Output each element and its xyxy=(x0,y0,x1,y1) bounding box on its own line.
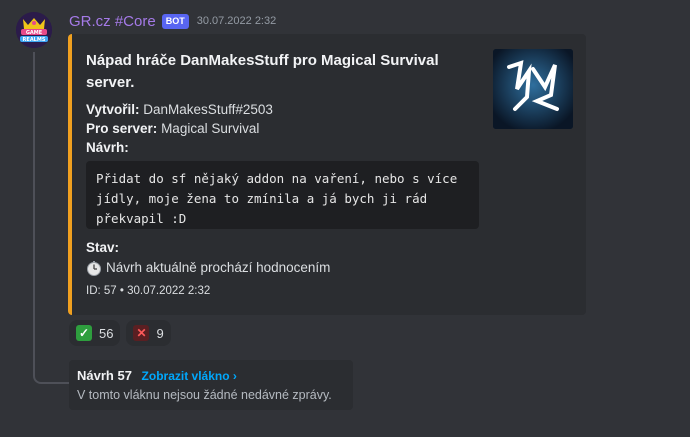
game-realms-logo-icon: GAME REALMS xyxy=(16,12,52,48)
proposal-codeblock: Přidat do sf nějaký addon na vaření, neb… xyxy=(86,161,479,229)
cross-mark-icon: ✕ xyxy=(133,325,150,341)
thread-card[interactable]: Návrh 57 Zobrazit vlákno › V tomto vlákn… xyxy=(69,360,353,410)
thread-title: Návrh 57 Zobrazit vlákno › xyxy=(77,368,237,383)
server-label: Pro server: xyxy=(86,121,158,136)
reaction-count: 56 xyxy=(99,325,114,341)
status-label: Stav: xyxy=(86,240,120,255)
field-proposal: Návrh: xyxy=(86,138,129,157)
thread-name: Návrh 57 xyxy=(77,368,132,383)
dms-logo-icon xyxy=(493,49,573,129)
svg-text:GAME: GAME xyxy=(26,30,43,36)
proposal-label: Návrh: xyxy=(86,140,129,155)
message-header: GR.cz #Core BOT 30.07.2022 2:32 xyxy=(69,10,276,32)
thread-subtitle: V tomto vláknu nejsou žádné nedávné zprá… xyxy=(77,388,332,402)
stopwatch-icon xyxy=(86,260,102,276)
field-server: Pro server: Magical Survival xyxy=(86,119,259,138)
status-row: Návrh aktuálně prochází hodnocením xyxy=(86,258,330,277)
embed-footer: ID: 57 • 30.07.2022 2:32 xyxy=(86,285,211,297)
check-mark-icon: ✓ xyxy=(76,325,92,341)
bot-badge: BOT xyxy=(161,13,189,29)
created-by-label: Vytvořil: xyxy=(86,102,140,117)
message-timestamp[interactable]: 30.07.2022 2:32 xyxy=(197,15,277,27)
reaction-check[interactable]: ✓ 56 xyxy=(69,320,121,346)
embed-title: Nápad hráče DanMakesStuff pro Magical Su… xyxy=(86,52,439,91)
reaction-count: 9 xyxy=(156,325,164,341)
author-name[interactable]: GR.cz #Core xyxy=(69,13,156,30)
created-by-value: DanMakesStuff#2503 xyxy=(143,102,273,117)
reaction-cross[interactable]: ✕ 9 xyxy=(126,320,171,346)
view-thread-link[interactable]: Zobrazit vlákno › xyxy=(142,369,237,383)
status-text: Návrh aktuálně prochází hodnocením xyxy=(106,260,331,275)
server-value: Magical Survival xyxy=(161,121,260,136)
embed-card: Nápad hráče DanMakesStuff pro Magical Su… xyxy=(68,34,586,315)
avatar[interactable]: GAME REALMS xyxy=(16,12,52,48)
field-created-by: Vytvořil: DanMakesStuff#2503 xyxy=(86,100,273,119)
thread-connector xyxy=(33,52,69,384)
embed-thumbnail[interactable] xyxy=(493,49,573,129)
svg-text:REALMS: REALMS xyxy=(23,37,46,43)
reactions-bar: ✓ 56 ✕ 9 xyxy=(69,320,171,346)
field-status: Stav: xyxy=(86,238,119,257)
